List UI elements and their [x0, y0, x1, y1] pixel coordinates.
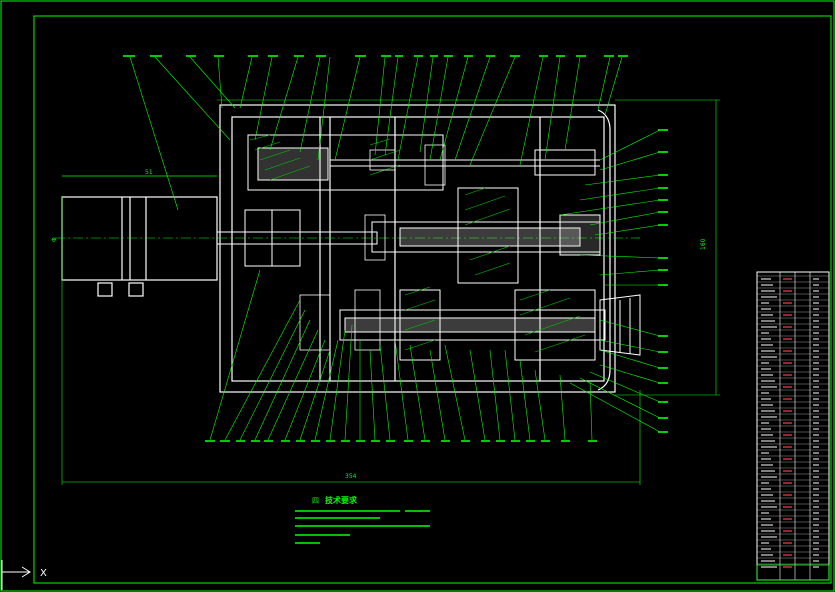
tech-number: 四 — [312, 497, 319, 505]
tech-title: 技术要求 — [325, 495, 358, 505]
ucs-axis-icon — [1, 560, 31, 590]
dimension-diameter-text: Φ — [51, 237, 58, 242]
motor-body — [61, 175, 218, 297]
drawing-border-outer — [0, 0, 835, 592]
drawing-border-inner — [33, 15, 832, 584]
cad-drawing-canvas[interactable]: 354 160 51 Φ 四 技术要求 X — [0, 0, 835, 592]
parts-list-table — [756, 271, 830, 581]
leader-lines-bottom — [209, 269, 593, 441]
dimension-lines — [61, 99, 720, 485]
spindle-assembly — [339, 289, 641, 361]
dimension-top-text: 51 — [145, 169, 153, 176]
main-shaft — [371, 187, 601, 284]
leader-lines-top — [129, 56, 623, 211]
ucs-axis-x-label: X — [40, 568, 47, 579]
technical-requirements: 四 技术要求 — [295, 495, 430, 544]
dimension-side-text: 160 — [700, 238, 707, 250]
dimension-bottom-text: 354 — [345, 473, 357, 480]
